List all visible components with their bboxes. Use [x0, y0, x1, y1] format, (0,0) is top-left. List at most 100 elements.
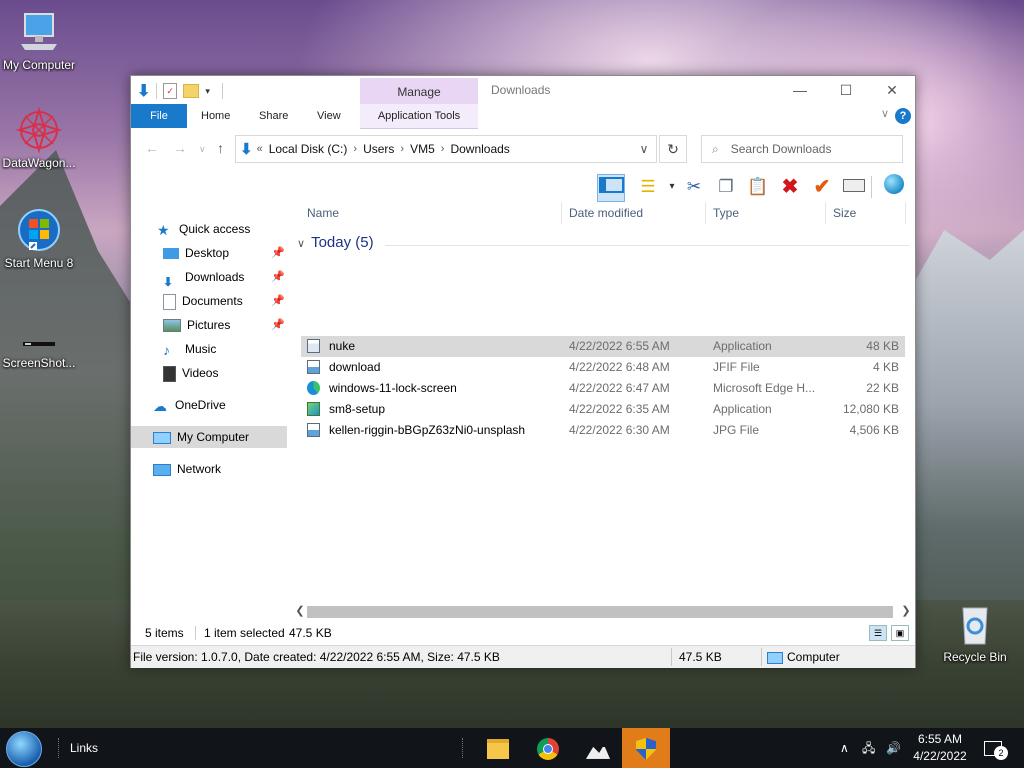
nav-desktop[interactable]: Desktop 📌: [131, 242, 291, 264]
selection-count: 1 item selected: [204, 626, 285, 640]
nav-network[interactable]: Network: [131, 458, 291, 480]
recent-locations-icon[interactable]: ∨: [199, 144, 206, 155]
file-info: File version: 1.0.7.0, Date created: 4/2…: [133, 650, 500, 664]
show-hidden-icons-icon[interactable]: ∧: [840, 728, 849, 768]
tab-home[interactable]: Home: [191, 104, 240, 128]
nav-videos[interactable]: Videos: [131, 362, 291, 384]
back-arrow-icon[interactable]: ←: [145, 140, 159, 156]
links-toolbar[interactable]: Links: [70, 728, 98, 768]
image-file-icon: [307, 423, 320, 437]
chevron-right-icon[interactable]: ›: [400, 143, 404, 155]
chevron-right-icon[interactable]: ›: [353, 143, 357, 155]
refresh-icon[interactable]: ↻: [659, 135, 687, 163]
scrollbar-thumb[interactable]: [307, 606, 893, 618]
nav-my-computer[interactable]: My Computer: [131, 426, 287, 448]
details-view-icon[interactable]: ☰: [869, 625, 887, 641]
breadcrumb-users[interactable]: Users: [363, 142, 394, 156]
properties-icon[interactable]: ✓: [163, 83, 178, 99]
column-header-date[interactable]: Date modified: [569, 202, 643, 224]
forward-arrow-icon[interactable]: →: [173, 140, 187, 156]
scroll-right-icon[interactable]: ❯: [899, 604, 913, 617]
table-row[interactable]: nuke 4/22/2022 6:55 AM Application 48 KB: [301, 336, 905, 357]
notification-center-icon[interactable]: 2: [984, 728, 1010, 768]
paste-icon[interactable]: 📋: [745, 174, 771, 200]
chrome-taskbar-icon[interactable]: [524, 728, 572, 768]
desktop-icon-screenshot[interactable]: ScreenShot...: [0, 306, 78, 370]
rename-icon[interactable]: [841, 174, 867, 200]
maximize-button[interactable]: ☐: [823, 78, 869, 102]
search-box[interactable]: ⌕ Search Downloads: [701, 135, 903, 163]
delete-icon[interactable]: ✖: [777, 174, 803, 200]
scroll-left-icon[interactable]: ❮: [293, 604, 307, 617]
globe-icon[interactable]: [881, 174, 907, 200]
table-row[interactable]: kellen-riggin-bBGpZ63zNi0-unsplash 4/22/2…: [301, 420, 905, 441]
column-divider[interactable]: [825, 202, 826, 224]
screenshot-icon: [15, 306, 63, 354]
file-explorer-taskbar-icon[interactable]: [474, 728, 522, 768]
group-header[interactable]: ∨ Today (5): [297, 234, 374, 251]
pin-icon[interactable]: 📌: [271, 290, 285, 312]
tab-manage[interactable]: Manage: [360, 78, 478, 104]
photos-taskbar-icon[interactable]: [574, 728, 622, 768]
new-item-icon[interactable]: ☰: [635, 174, 661, 200]
close-button[interactable]: ✕: [869, 78, 915, 102]
breadcrumb-downloads[interactable]: Downloads: [450, 142, 509, 156]
copy-icon[interactable]: ❐: [713, 174, 739, 200]
table-row[interactable]: windows-11-lock-screen 4/22/2022 6:47 AM M…: [301, 378, 905, 399]
file-type: JPG File: [713, 423, 760, 437]
tab-application-tools[interactable]: Application Tools: [360, 104, 478, 129]
desktop-icon-recycle-bin[interactable]: Recycle Bin: [936, 600, 1014, 664]
chevron-down-icon[interactable]: ∨: [631, 135, 657, 163]
column-header-size[interactable]: Size: [833, 202, 856, 224]
cut-icon[interactable]: ✂: [681, 174, 707, 200]
column-header-name[interactable]: Name: [307, 202, 339, 224]
help-icon[interactable]: ?: [895, 108, 911, 124]
nav-documents[interactable]: Documents 📌: [131, 290, 291, 312]
pin-icon[interactable]: 📌: [271, 266, 285, 288]
address-bar[interactable]: ⬇ « Local Disk (C:) › Users › VM5 › Down…: [235, 135, 657, 163]
breadcrumb-local-disk[interactable]: Local Disk (C:): [269, 142, 348, 156]
horizontal-scrollbar[interactable]: ❮ ❯: [293, 604, 913, 620]
preview-pane-icon[interactable]: [597, 174, 625, 202]
pin-icon[interactable]: 📌: [271, 314, 285, 336]
table-row[interactable]: sm8-setup 4/22/2022 6:35 AM Application 12,…: [301, 399, 905, 420]
chevron-right-icon[interactable]: ›: [441, 143, 445, 155]
file-name: download: [329, 360, 381, 374]
column-divider[interactable]: [561, 202, 562, 224]
divider: [58, 738, 61, 758]
tab-share[interactable]: Share: [249, 104, 298, 128]
pin-icon[interactable]: 📌: [271, 242, 285, 264]
large-icons-view-icon[interactable]: ▣: [891, 625, 909, 641]
minimize-button[interactable]: —: [777, 78, 823, 102]
nav-pictures[interactable]: Pictures 📌: [131, 314, 291, 336]
column-divider[interactable]: [905, 202, 906, 224]
nav-quick-access[interactable]: ★ Quick access: [131, 218, 291, 240]
nav-music[interactable]: ♪ Music: [131, 338, 291, 360]
new-folder-icon[interactable]: [183, 84, 200, 98]
start-button[interactable]: [2, 728, 46, 768]
nav-downloads[interactable]: ⬇ Downloads 📌: [131, 266, 291, 289]
table-row[interactable]: download 4/22/2022 6:48 AM JFIF File 4 KB: [301, 357, 905, 378]
desktop-icon-my-computer[interactable]: My Computer: [0, 8, 78, 72]
file-size: 22 KB: [866, 381, 899, 395]
network-tray-icon[interactable]: 🖧: [862, 728, 875, 768]
chevron-down-icon[interactable]: ∨: [881, 107, 889, 120]
nav-label: Network: [177, 462, 222, 476]
up-arrow-icon[interactable]: ↑: [217, 140, 224, 156]
clock[interactable]: 6:55 AM 4/22/2022: [906, 731, 974, 765]
volume-icon[interactable]: 🔊: [886, 728, 901, 768]
column-header-type[interactable]: Type: [713, 202, 739, 224]
customize-qat-icon[interactable]: ▾: [205, 86, 210, 97]
tab-view[interactable]: View: [307, 104, 351, 128]
nav-onedrive[interactable]: ☁ OneDrive: [131, 394, 291, 416]
down-arrow-icon[interactable]: ⬇: [137, 81, 150, 101]
tab-file[interactable]: File: [131, 104, 187, 128]
breadcrumb-vm5[interactable]: VM5: [410, 142, 435, 156]
title-bar: ⬇ ✓ ▾ Manage Downloads — ☐ ✕: [131, 76, 915, 104]
column-divider[interactable]: [705, 202, 706, 224]
security-shield-taskbar-icon[interactable]: [622, 728, 670, 768]
address-overflow[interactable]: «: [257, 143, 263, 155]
desktop-icon-start-menu-8[interactable]: Start Menu 8: [0, 206, 78, 270]
desktop-icon-datawagon[interactable]: DataWagon...: [0, 106, 78, 170]
checkmark-icon[interactable]: ✔: [809, 174, 835, 200]
